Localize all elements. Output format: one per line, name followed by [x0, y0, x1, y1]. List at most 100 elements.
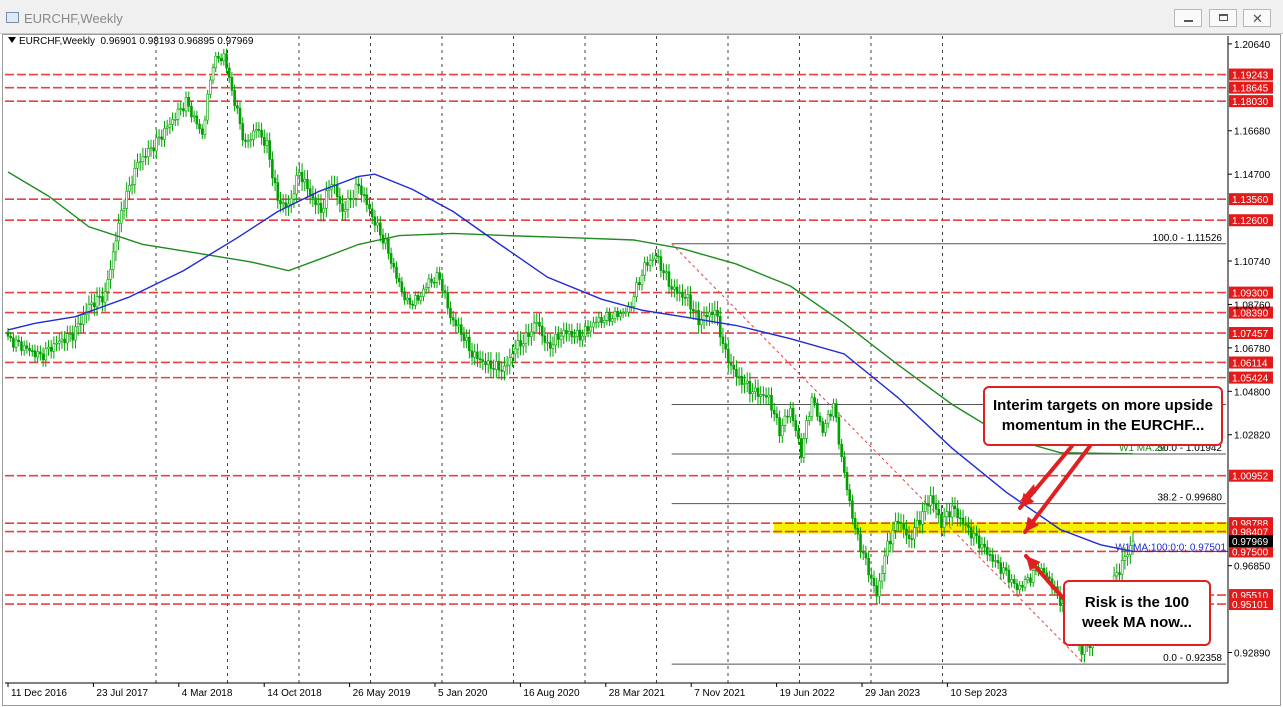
candle-body	[60, 338, 64, 342]
candle-body	[360, 185, 363, 195]
candle-body	[63, 338, 66, 344]
candle-body	[457, 324, 460, 327]
candle-body	[146, 148, 150, 158]
candle-body	[988, 554, 992, 556]
candle-body	[826, 413, 830, 424]
candle-body	[352, 198, 355, 200]
candle-body	[716, 309, 719, 317]
candle-body	[975, 533, 978, 537]
candle-body	[980, 543, 984, 549]
annotation-risk: Risk is the 100 week MA now...	[1063, 580, 1211, 646]
candle-body	[991, 554, 995, 562]
candle-body	[945, 511, 949, 518]
candle-body	[648, 259, 652, 266]
candle-body	[713, 309, 717, 315]
candle-body	[643, 262, 646, 276]
price-axis-label: 1.16680	[1234, 127, 1271, 138]
candle-body	[932, 495, 935, 504]
candle-body	[878, 580, 881, 597]
candle-body	[718, 316, 722, 338]
candle-body	[281, 202, 285, 205]
candle-body	[74, 326, 77, 341]
candle-body	[915, 519, 919, 528]
candle-body	[950, 505, 954, 518]
candle-body	[39, 351, 42, 355]
candle-body	[484, 361, 487, 365]
candle-body	[896, 520, 900, 523]
candle-body	[446, 292, 450, 309]
price-axis-label: 0.96850	[1234, 562, 1271, 573]
candle-body	[762, 394, 765, 396]
candle-body	[921, 511, 924, 525]
candle-body	[403, 291, 406, 301]
candle-body	[195, 115, 199, 125]
candle-body	[778, 417, 781, 437]
candle-body	[656, 255, 660, 258]
candle-body	[678, 292, 682, 294]
candle-body	[9, 335, 12, 339]
candle-body	[786, 415, 789, 418]
candle-body	[521, 343, 525, 347]
collapse-triangle-icon[interactable]	[8, 37, 16, 43]
candle-body	[346, 197, 350, 210]
candle-body	[872, 577, 876, 587]
candle-body	[454, 319, 458, 327]
candle-body	[573, 336, 576, 338]
candle-body	[937, 508, 941, 515]
candle-body	[319, 202, 323, 213]
candle-body	[751, 391, 754, 395]
candle-body	[959, 517, 962, 520]
candle-body	[503, 365, 506, 372]
price-axis-label: 1.02820	[1234, 431, 1271, 442]
level-price-label: 1.06114	[1232, 358, 1268, 369]
candle-body	[891, 530, 895, 545]
candle-body	[327, 188, 331, 191]
candle-body	[894, 520, 897, 531]
level-price-label: 1.12600	[1232, 216, 1269, 227]
candle-body	[298, 171, 301, 176]
candle-body	[600, 317, 603, 324]
candle-body	[605, 312, 609, 321]
candle-body	[807, 416, 811, 421]
candle-body	[47, 346, 50, 350]
candle-body	[349, 197, 352, 200]
candle-body	[697, 310, 700, 326]
candle-body	[1015, 583, 1019, 591]
candle-body	[805, 420, 808, 439]
candle-body	[233, 89, 236, 106]
candle-body	[883, 555, 887, 574]
candle-body	[214, 55, 218, 69]
candle-body	[373, 216, 377, 226]
candle-body	[20, 341, 23, 351]
candle-body	[799, 438, 803, 458]
candle-body	[165, 126, 169, 129]
candle-body	[14, 339, 18, 348]
candle-body	[354, 183, 358, 199]
fib-level-label: 0.0 - 0.92358	[1163, 653, 1222, 664]
candle-body	[516, 340, 520, 350]
candle-body	[813, 397, 816, 404]
candle-body	[586, 326, 590, 332]
level-price-label: 1.07457	[1232, 329, 1269, 340]
candle-body	[192, 115, 196, 118]
candle-body	[103, 291, 107, 303]
candle-body	[316, 202, 320, 206]
candle-body	[964, 523, 968, 526]
current-price-label: 0.97969	[1232, 537, 1269, 548]
candle-body	[780, 425, 784, 437]
candle-body	[1118, 572, 1121, 575]
candle-body	[619, 313, 622, 317]
candle-body	[948, 511, 951, 518]
candle-body	[138, 161, 142, 164]
candle-body	[527, 332, 530, 337]
candle-body	[519, 340, 522, 347]
candle-body	[670, 286, 673, 290]
candle-body	[335, 184, 339, 197]
candle-body	[260, 129, 263, 138]
candle-body	[1048, 576, 1051, 580]
candle-body	[1004, 567, 1008, 571]
candle-body	[41, 353, 45, 361]
candle-body	[365, 194, 369, 205]
candle-body	[30, 350, 34, 352]
candle-body	[122, 208, 126, 211]
